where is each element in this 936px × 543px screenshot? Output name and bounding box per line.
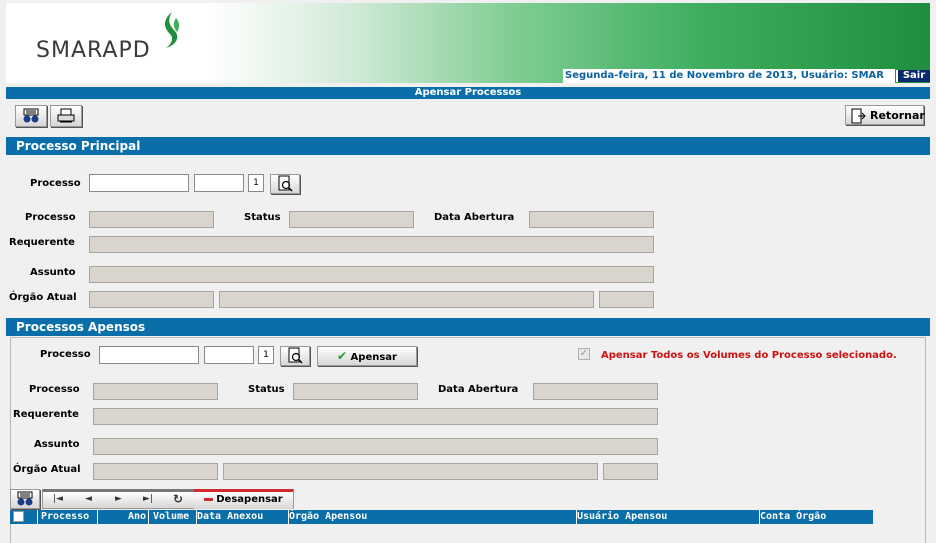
column-data-anexou[interactable]: Data Anexou — [197, 510, 289, 524]
data-abertura-field — [529, 211, 654, 228]
minus-icon — [204, 497, 214, 501]
apenso-info-processo-label: Processo — [29, 384, 80, 395]
first-record-icon[interactable]: |◄ — [53, 494, 63, 504]
orgao-name-field — [219, 291, 594, 308]
apenso-processo-year-input[interactable] — [204, 346, 254, 364]
logo-leaf-icon — [165, 12, 180, 48]
apenso-processo-label: Processo — [40, 349, 91, 360]
apenso-orgao-extra-field — [603, 463, 658, 480]
assunto-label: Assunto — [30, 267, 76, 278]
select-all-cell — [10, 510, 38, 524]
apenso-data-abertura-label: Data Abertura — [438, 384, 519, 395]
logo: SMARAPD — [36, 38, 151, 63]
column-usuario-apensou[interactable]: Usuário Apensou — [577, 510, 760, 524]
status-label: Status — [244, 212, 281, 223]
return-label: Retornar — [870, 109, 925, 122]
section-title: Processos Apensos — [16, 320, 146, 334]
apenso-orgao-code-field — [93, 463, 218, 480]
section-processos-apensos: Processos Apensos — [6, 318, 930, 336]
orgao-atual-label: Órgão Atual — [9, 292, 77, 303]
processo-number-input[interactable] — [89, 174, 189, 192]
volume-field[interactable]: 1 — [248, 174, 264, 192]
apenso-data-abertura-field — [533, 383, 658, 400]
orgao-code-field — [89, 291, 214, 308]
assunto-field — [89, 266, 654, 283]
search-document-icon — [278, 175, 293, 192]
apenso-assunto-field — [93, 438, 658, 455]
all-volumes-label: Apensar Todos os Volumes do Processo sel… — [601, 350, 897, 361]
apenso-volume-field[interactable]: 1 — [258, 346, 274, 364]
desapensar-label: Desapensar — [216, 494, 283, 505]
processo-year-input[interactable] — [194, 174, 244, 192]
check-icon: ✔ — [337, 349, 348, 363]
info-processo-field — [89, 211, 214, 228]
previous-record-icon[interactable]: ◄ — [85, 494, 92, 504]
apenso-requerente-label: Requerente — [13, 409, 79, 420]
processo-label: Processo — [30, 178, 81, 189]
apensar-label: Apensar — [350, 352, 397, 363]
desapensar-button[interactable]: Desapensar — [194, 489, 293, 509]
next-record-icon[interactable]: ► — [115, 494, 122, 504]
last-record-icon[interactable]: ►| — [143, 494, 153, 504]
data-abertura-label: Data Abertura — [434, 212, 515, 223]
apenso-processo-number-input[interactable] — [99, 346, 199, 364]
requerente-field — [89, 236, 654, 253]
select-all-checkbox[interactable] — [13, 511, 24, 522]
apenso-requerente-field — [93, 408, 658, 425]
apenso-status-label: Status — [248, 384, 285, 395]
printer-icon — [57, 108, 75, 123]
all-volumes-checkbox[interactable]: ✓ — [578, 348, 590, 360]
refresh-icon[interactable]: ↻ — [173, 492, 183, 506]
search-document-icon — [288, 347, 303, 364]
status-field — [289, 211, 414, 228]
print-button[interactable] — [50, 105, 82, 127]
section-processo-principal: Processo Principal — [6, 137, 930, 155]
date-user-info: Segunda-feira, 11 de Novembro de 2013, U… — [563, 69, 895, 83]
grid-search-button[interactable] — [10, 489, 40, 509]
binoculars-icon — [23, 108, 39, 123]
column-conta-orgao[interactable]: Conta Órgão — [760, 510, 873, 524]
apenso-assunto-label: Assunto — [34, 439, 80, 450]
page-title: Apensar Processos — [6, 87, 930, 99]
apenso-orgao-name-field — [223, 463, 598, 480]
logout-button[interactable]: Sair — [896, 70, 930, 82]
column-volume[interactable]: Volume — [149, 510, 197, 524]
column-processo[interactable]: Processo — [38, 510, 98, 524]
section-title: Processo Principal — [16, 139, 141, 153]
apensar-button[interactable]: ✔ Apensar — [317, 346, 417, 366]
column-ano[interactable]: Ano — [98, 510, 149, 524]
search-apenso-button[interactable] — [280, 346, 310, 366]
info-processo-label: Processo — [25, 212, 76, 223]
apenso-info-processo-field — [93, 383, 218, 400]
search-records-button[interactable] — [15, 105, 47, 127]
return-button[interactable]: Retornar — [845, 105, 925, 125]
search-processo-button[interactable] — [270, 174, 300, 194]
apenso-status-field — [293, 383, 418, 400]
binoculars-icon — [17, 491, 33, 506]
orgao-extra-field — [599, 291, 654, 308]
apenso-orgao-atual-label: Órgão Atual — [13, 464, 81, 475]
requerente-label: Requerente — [9, 237, 75, 248]
exit-door-icon — [851, 108, 866, 124]
grid-header-row: Processo Ano Volume Data Anexou Órgão Ap… — [10, 510, 873, 524]
column-orgao-apensou[interactable]: Órgão Apensou — [289, 510, 577, 524]
